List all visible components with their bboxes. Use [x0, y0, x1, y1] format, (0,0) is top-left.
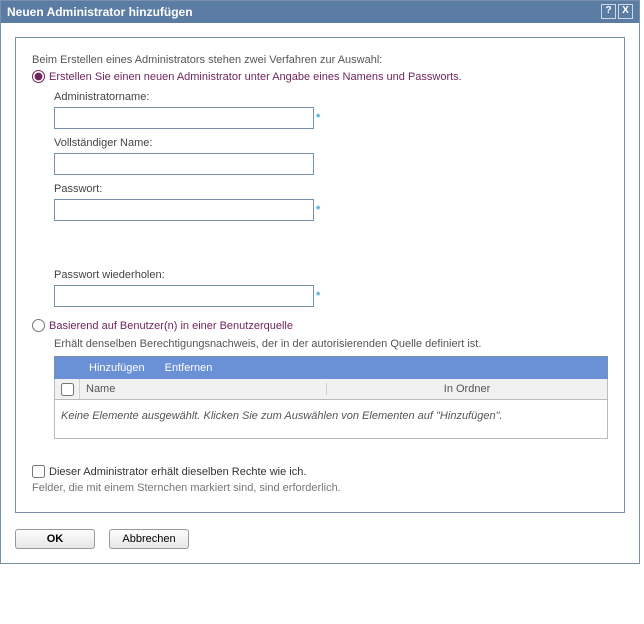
same-rights-checkbox[interactable]	[32, 465, 45, 478]
select-all-checkbox[interactable]	[61, 383, 74, 396]
content-panel: Beim Erstellen eines Administrators steh…	[15, 37, 625, 513]
required-asterisk-icon: *	[316, 112, 320, 124]
option-create-form: Administratorname: * Vollständiger Name:…	[54, 91, 608, 307]
option-create-radio-row[interactable]: Erstellen Sie einen neuen Administrator …	[32, 70, 608, 83]
admin-name-input[interactable]	[54, 107, 314, 129]
titlebar: Neuen Administrator hinzufügen ? X	[1, 1, 639, 23]
list-header: Name In Ordner	[54, 379, 608, 400]
dialog-title: Neuen Administrator hinzufügen	[7, 5, 599, 19]
option-usersource-label: Basierend auf Benutzer(n) in einer Benut…	[49, 320, 293, 332]
user-list-area: Hinzufügen Entfernen Name In Ordner Kein…	[54, 356, 608, 439]
dialog-body: Beim Erstellen eines Administrators steh…	[1, 23, 639, 523]
column-name-header[interactable]: Name	[80, 383, 327, 395]
intro-text: Beim Erstellen eines Administrators steh…	[32, 54, 608, 66]
list-empty-message: Keine Elemente ausgewählt. Klicken Sie z…	[54, 400, 608, 439]
option-create-radio[interactable]	[32, 70, 45, 83]
remove-button[interactable]: Entfernen	[165, 362, 213, 374]
close-icon[interactable]: X	[618, 4, 633, 19]
option-usersource-radio-row[interactable]: Basierend auf Benutzer(n) in einer Benut…	[32, 319, 608, 332]
same-rights-row[interactable]: Dieser Administrator erhält dieselben Re…	[32, 465, 608, 478]
option-usersource-radio[interactable]	[32, 319, 45, 332]
add-button[interactable]: Hinzufügen	[89, 362, 145, 374]
option-create-label: Erstellen Sie einen neuen Administrator …	[49, 71, 462, 83]
list-toolbar: Hinzufügen Entfernen	[54, 356, 608, 379]
password-repeat-input[interactable]	[54, 285, 314, 307]
option-usersource-desc: Erhält denselben Berechtigungsnachweis, …	[54, 338, 608, 350]
full-name-label: Vollständiger Name:	[54, 137, 608, 149]
ok-button[interactable]: OK	[15, 529, 95, 549]
button-row: OK Abbrechen	[1, 523, 639, 563]
help-icon[interactable]: ?	[601, 4, 616, 19]
password-input[interactable]	[54, 199, 314, 221]
same-rights-label: Dieser Administrator erhält dieselben Re…	[49, 466, 306, 478]
full-name-input[interactable]	[54, 153, 314, 175]
cancel-button[interactable]: Abbrechen	[109, 529, 189, 549]
dialog-window: Neuen Administrator hinzufügen ? X Beim …	[0, 0, 640, 564]
password-repeat-label: Passwort wiederholen:	[54, 269, 608, 281]
password-label: Passwort:	[54, 183, 608, 195]
column-folder-header[interactable]: In Ordner	[327, 383, 607, 395]
required-note: Felder, die mit einem Sternchen markiert…	[32, 482, 608, 494]
required-asterisk-icon: *	[316, 204, 320, 216]
admin-name-label: Administratorname:	[54, 91, 608, 103]
required-asterisk-icon: *	[316, 290, 320, 302]
